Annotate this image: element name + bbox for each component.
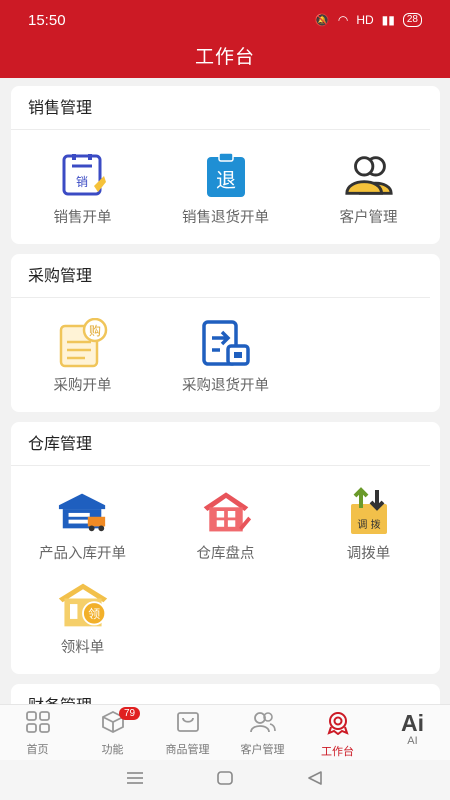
tab-customers[interactable]: 客户管理 bbox=[225, 705, 300, 760]
customer-icon bbox=[343, 150, 395, 200]
app-header: 15:50 🔕 ◠ HD ▮▮ 28 工作台 bbox=[0, 0, 450, 78]
sales-return-icon: 退 bbox=[200, 150, 252, 200]
mute-icon: 🔕 bbox=[314, 13, 330, 27]
item-label: 调拨单 bbox=[346, 546, 391, 562]
tab-home[interactable]: 首页 bbox=[0, 705, 75, 760]
users-icon bbox=[249, 711, 276, 738]
tab-label: 工作台 bbox=[321, 746, 354, 758]
back-icon[interactable] bbox=[306, 770, 324, 790]
item-label: 销售开单 bbox=[53, 210, 112, 226]
section-title: 仓库管理 bbox=[11, 422, 430, 466]
wifi-icon: ◠ bbox=[337, 13, 349, 27]
tab-functions[interactable]: 79 功能 bbox=[75, 705, 150, 760]
menu-icon[interactable] bbox=[126, 771, 144, 790]
section-title: 销售管理 bbox=[11, 86, 430, 130]
tab-label: 商品管理 bbox=[165, 744, 210, 756]
svg-text:销: 销 bbox=[75, 175, 87, 189]
section-finance: 财务管理 bbox=[11, 684, 440, 704]
material-requisition-icon: 领 bbox=[57, 580, 109, 630]
svg-text:领: 领 bbox=[88, 607, 100, 621]
status-icons: 🔕 ◠ HD ▮▮ 28 bbox=[315, 13, 422, 27]
item-label: 产品入库开单 bbox=[39, 546, 126, 562]
svg-text:购: 购 bbox=[88, 323, 100, 338]
workbench-icon bbox=[325, 711, 351, 740]
svg-text:调 拨: 调 拨 bbox=[357, 518, 380, 531]
material-requisition-button[interactable]: 领 领料单 bbox=[11, 570, 154, 664]
sales-return-button[interactable]: 退 销售退货开单 bbox=[154, 140, 297, 234]
status-time: 15:50 bbox=[28, 11, 66, 29]
warehouse-in-button[interactable]: 产品入库开单 bbox=[11, 476, 154, 570]
item-label: 仓库盘点 bbox=[196, 546, 255, 562]
purchase-order-icon: 购 bbox=[57, 318, 109, 368]
inventory-check-icon bbox=[200, 486, 252, 536]
svg-text:退: 退 bbox=[216, 168, 236, 192]
tab-ai[interactable]: Ai AI bbox=[375, 705, 450, 760]
section-title: 财务管理 bbox=[11, 684, 430, 704]
section-purchase: 采购管理 购 采购开单 采购退货开单 bbox=[11, 254, 440, 412]
transfer-order-button[interactable]: 调 拨 调拨单 bbox=[297, 476, 440, 570]
item-label: 销售退货开单 bbox=[182, 210, 269, 226]
sales-order-button[interactable]: 销 销售开单 bbox=[11, 140, 154, 234]
item-label: 采购开单 bbox=[53, 378, 112, 394]
transfer-icon: 调 拨 bbox=[343, 486, 395, 536]
home-button-icon[interactable] bbox=[216, 770, 234, 790]
item-label: 客户管理 bbox=[339, 210, 398, 226]
system-nav-bar bbox=[0, 760, 450, 800]
ai-icon: Ai bbox=[401, 710, 424, 736]
warehouse-in-icon bbox=[57, 486, 109, 536]
network-type: HD bbox=[356, 13, 374, 27]
status-bar: 15:50 🔕 ◠ HD ▮▮ 28 bbox=[0, 0, 450, 40]
section-title: 采购管理 bbox=[11, 254, 430, 298]
purchase-return-button[interactable]: 采购退货开单 bbox=[154, 308, 297, 402]
page-title: 工作台 bbox=[194, 47, 255, 68]
tab-label: 功能 bbox=[101, 744, 124, 756]
tab-label: AI bbox=[407, 735, 418, 747]
product-icon bbox=[176, 711, 200, 738]
tab-workbench[interactable]: 工作台 bbox=[300, 705, 375, 760]
purchase-return-icon bbox=[200, 318, 252, 368]
inventory-check-button[interactable]: 仓库盘点 bbox=[154, 476, 297, 570]
notification-badge: 79 bbox=[119, 707, 141, 720]
purchase-order-button[interactable]: 购 采购开单 bbox=[11, 308, 154, 402]
tab-products[interactable]: 商品管理 bbox=[150, 705, 225, 760]
section-sales: 销售管理 销 销售开单 退 销售退货开单 客户管理 bbox=[11, 86, 440, 244]
item-label: 领料单 bbox=[60, 640, 105, 656]
sales-order-icon: 销 bbox=[57, 150, 109, 200]
customer-management-button[interactable]: 客户管理 bbox=[297, 140, 440, 234]
battery-icon: 28 bbox=[402, 13, 422, 27]
tab-label: 客户管理 bbox=[240, 744, 285, 756]
workbench-content[interactable]: 销售管理 销 销售开单 退 销售退货开单 客户管理 采购管理 购 采购开单 采购… bbox=[11, 86, 440, 704]
bottom-tab-bar: 首页 79 功能 商品管理 客户管理 工作台 Ai AI bbox=[0, 704, 450, 760]
tab-label: 首页 bbox=[26, 744, 49, 756]
section-warehouse: 仓库管理 产品入库开单 仓库盘点 调 拨 调拨单 领 领料单 bbox=[11, 422, 440, 674]
signal-icon: ▮▮ bbox=[381, 13, 395, 27]
home-grid-icon bbox=[25, 711, 50, 738]
item-label: 采购退货开单 bbox=[182, 378, 269, 394]
